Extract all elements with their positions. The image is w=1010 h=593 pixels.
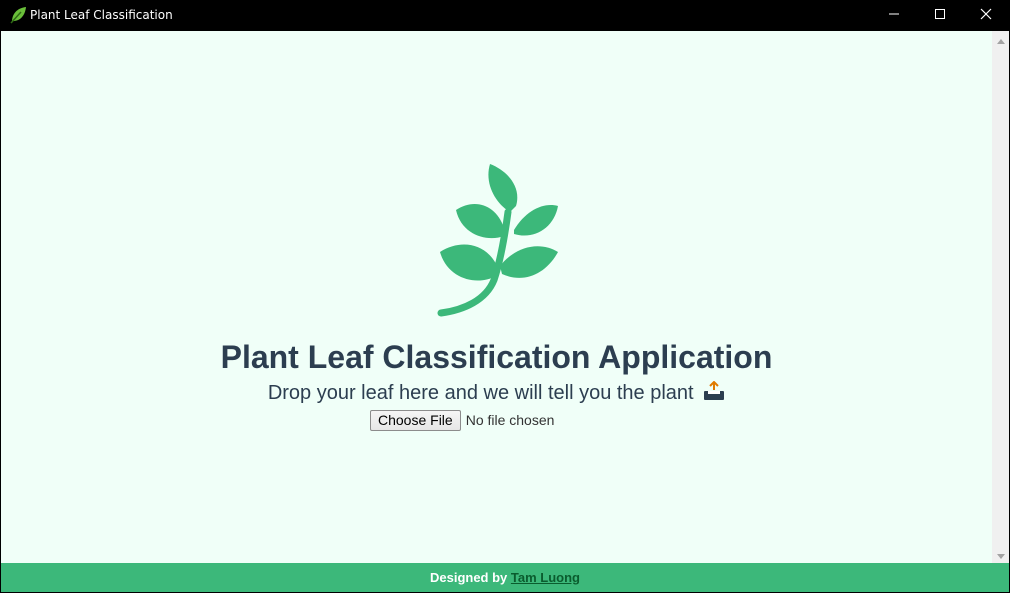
file-input[interactable]: Choose File No file chosen (370, 409, 554, 431)
close-icon (980, 7, 992, 25)
vertical-scrollbar[interactable] (992, 31, 1009, 563)
leaf-icon (9, 6, 27, 24)
author-link[interactable]: Tam Luong (511, 570, 580, 585)
page-title: Plant Leaf Classification Application (220, 339, 773, 375)
page-subtitle: Drop your leaf here and we will tell you… (1, 380, 992, 407)
chevron-up-icon (996, 31, 1005, 49)
maximize-button[interactable] (917, 0, 963, 31)
title-bar[interactable]: Plant Leaf Classification (0, 0, 1010, 31)
scroll-down-button[interactable] (992, 546, 1009, 563)
minimize-icon (888, 7, 900, 25)
footer-prefix: Designed by (429, 570, 508, 585)
footer: Designed by Tam Luong (1, 563, 1009, 592)
app-window: Plant Leaf Classification Plant Leaf Cla… (0, 0, 1010, 593)
scroll-up-button[interactable] (992, 31, 1009, 48)
minimize-button[interactable] (871, 0, 917, 31)
window-title: Plant Leaf Classification (30, 8, 173, 22)
chevron-down-icon (996, 546, 1005, 564)
file-status-text: No file chosen (465, 412, 555, 428)
subtitle-text: Drop your leaf here and we will tell you… (267, 382, 694, 404)
main-content: Plant Leaf Classification Application Dr… (1, 31, 992, 563)
inbox-tray-icon (703, 380, 725, 407)
plant-sprout-icon (434, 162, 560, 318)
maximize-icon (934, 7, 946, 25)
close-button[interactable] (963, 0, 1009, 31)
choose-file-button[interactable]: Choose File (370, 409, 461, 431)
